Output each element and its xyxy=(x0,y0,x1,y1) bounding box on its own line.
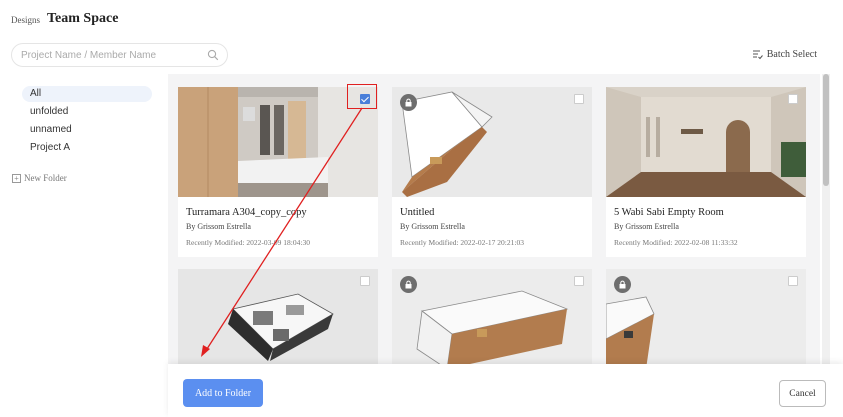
scrollbar-thumb[interactable] xyxy=(823,74,829,186)
design-thumbnail[interactable] xyxy=(392,269,592,379)
cancel-button[interactable]: Cancel xyxy=(779,380,826,407)
select-checkbox[interactable] xyxy=(574,94,584,104)
design-card[interactable]: Turramara A304_copy_copy By Grissom Estr… xyxy=(178,87,378,257)
select-checkbox[interactable] xyxy=(360,276,370,286)
design-title[interactable]: Turramara A304_copy_copy xyxy=(186,207,307,218)
add-to-folder-button[interactable]: Add to Folder xyxy=(183,379,263,407)
design-owner: By Grissom Estrella xyxy=(186,222,251,231)
empty-room-render-image xyxy=(392,87,592,197)
header: Designs Team Space xyxy=(0,0,843,40)
lock-icon xyxy=(400,276,417,293)
wabi-sabi-room-render-image xyxy=(606,87,806,197)
sidebar: All unfolded unnamed Project A + New Fol… xyxy=(0,74,168,417)
design-card[interactable] xyxy=(392,269,592,379)
breadcrumb[interactable]: Designs xyxy=(11,15,40,25)
design-card[interactable]: 5 Wabi Sabi Empty Room By Grissom Estrel… xyxy=(606,87,806,257)
design-thumbnail[interactable] xyxy=(392,87,592,197)
design-thumbnail[interactable] xyxy=(606,87,806,197)
page-title: Team Space xyxy=(47,11,119,26)
select-checkbox[interactable] xyxy=(574,276,584,286)
new-folder-button[interactable]: + New Folder xyxy=(12,173,67,183)
select-checkbox[interactable] xyxy=(360,94,370,104)
design-modified-date: Recently Modified: 2022-03-09 18:04:30 xyxy=(186,238,310,247)
scrollbar[interactable] xyxy=(822,74,830,364)
sidebar-item-project-a[interactable]: Project A xyxy=(22,140,152,156)
select-checkbox[interactable] xyxy=(788,94,798,104)
design-owner: By Grissom Estrella xyxy=(614,222,679,231)
kitchen-render-image xyxy=(178,87,378,197)
sidebar-item-unnamed[interactable]: unnamed xyxy=(22,122,152,138)
design-card[interactable] xyxy=(178,269,378,379)
search-input[interactable] xyxy=(21,47,206,63)
plus-icon: + xyxy=(12,173,21,183)
design-thumbnail[interactable] xyxy=(178,269,378,379)
batch-select-button[interactable]: Batch Select xyxy=(752,49,817,60)
select-checkbox[interactable] xyxy=(788,276,798,286)
search-box[interactable] xyxy=(11,43,228,67)
design-owner: By Grissom Estrella xyxy=(400,222,465,231)
design-title[interactable]: Untitled xyxy=(400,207,434,218)
floorplan-render-image xyxy=(178,269,378,379)
design-card[interactable]: Untitled By Grissom Estrella Recently Mo… xyxy=(392,87,592,257)
sidebar-item-unfolded[interactable]: unfolded xyxy=(22,104,152,120)
design-thumbnail[interactable] xyxy=(178,87,378,197)
lock-icon xyxy=(614,276,631,293)
design-modified-date: Recently Modified: 2022-02-17 20:21:03 xyxy=(400,238,524,247)
sidebar-item-all[interactable]: All xyxy=(22,86,152,102)
design-thumbnail[interactable] xyxy=(606,269,806,379)
design-title[interactable]: 5 Wabi Sabi Empty Room xyxy=(614,207,724,218)
empty-room-render-image xyxy=(606,269,806,379)
design-modified-date: Recently Modified: 2022-02-08 11:33:32 xyxy=(614,238,738,247)
new-folder-label: New Folder xyxy=(24,173,67,183)
batch-select-label: Batch Select xyxy=(766,49,817,60)
search-icon[interactable] xyxy=(207,49,219,61)
batch-action-bar: Add to Folder Cancel xyxy=(168,364,843,417)
batch-select-icon xyxy=(752,50,763,60)
design-card[interactable] xyxy=(606,269,806,379)
lock-icon xyxy=(400,94,417,111)
empty-room-render-image xyxy=(392,269,592,379)
